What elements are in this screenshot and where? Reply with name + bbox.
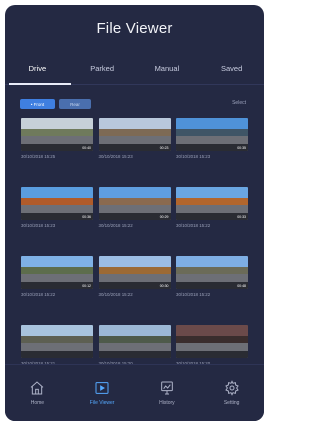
app-screen: File Viewer Drive Parked Manual Saved • … xyxy=(5,5,264,421)
front-camera-toggle[interactable]: • Front xyxy=(20,99,55,109)
video-timestamp: 30/10/2018 15:22 xyxy=(98,292,133,297)
video-timestamp: 30/10/2018 15:25 xyxy=(21,154,56,159)
video-timestamp: 30/10/2018 15:23 xyxy=(21,223,56,228)
video-thumbnail-item[interactable]: 00:29 30/10/2018 15:22 xyxy=(98,187,171,228)
video-thumbnail-image xyxy=(176,325,248,358)
home-icon xyxy=(31,381,44,395)
nav-file-viewer-label: File Viewer xyxy=(89,400,115,406)
video-thumbnail-image: 00:36 xyxy=(21,187,93,220)
video-thumbnail-item[interactable]: 00:40 30/10/2018 15:25 xyxy=(21,118,93,159)
video-thumbnail-image: 00:40 xyxy=(21,118,93,151)
video-thumbnail-image: 00:30 xyxy=(98,256,171,289)
video-thumbnail-image xyxy=(98,325,171,358)
video-thumbnail-item[interactable]: 30/10/2018 15:20 xyxy=(98,325,171,366)
file-viewer-icon xyxy=(95,382,109,394)
video-duration: 00:23 xyxy=(159,146,169,150)
nav-file-viewer[interactable]: File Viewer xyxy=(70,365,135,421)
video-duration: 00:30 xyxy=(159,284,169,288)
video-thumbnail-image: 00:12 xyxy=(21,256,93,289)
video-timestamp: 30/10/2018 15:23 xyxy=(98,154,133,159)
video-thumbnail-item[interactable]: 00:23 30/10/2018 15:23 xyxy=(98,118,171,159)
tab-bar: Drive Parked Manual Saved xyxy=(5,52,264,85)
tab-parked[interactable]: Parked xyxy=(70,52,135,84)
tab-drive[interactable]: Drive xyxy=(5,52,70,84)
video-thumbnail-image: 00:48 xyxy=(176,256,248,289)
select-button[interactable]: Select xyxy=(232,100,246,106)
bottom-navigation: Home File Viewer History Setting xyxy=(5,364,264,421)
video-thumbnail-item[interactable]: 00:35 30/10/2018 15:23 xyxy=(176,118,248,159)
video-timestamp: 30/10/2018 15:22 xyxy=(176,223,211,228)
video-duration: 00:12 xyxy=(82,284,91,288)
video-duration: 00:33 xyxy=(237,215,246,219)
video-thumbnail-item[interactable]: 30/10/2018 15:20 xyxy=(176,325,248,366)
video-thumbnail-image: 00:23 xyxy=(98,118,171,151)
page-title: File Viewer xyxy=(96,20,173,37)
video-timestamp: 30/10/2018 15:22 xyxy=(21,292,56,297)
camera-toolbar: • Front Rear Select xyxy=(5,85,264,115)
video-thumbnail-item[interactable]: 00:33 30/10/2018 15:22 xyxy=(176,187,248,228)
nav-history[interactable]: History xyxy=(135,365,200,421)
nav-setting-label: Setting xyxy=(223,400,240,406)
video-timestamp: 30/10/2018 15:23 xyxy=(176,154,211,159)
video-thumbnail-item[interactable]: 00:12 30/10/2018 15:22 xyxy=(21,256,93,297)
video-thumbnail-image: 00:33 xyxy=(176,187,248,220)
nav-home-label: Home xyxy=(30,400,45,406)
video-thumbnail-item[interactable]: 00:30 30/10/2018 15:22 xyxy=(98,256,171,297)
tab-saved[interactable]: Saved xyxy=(199,52,264,84)
nav-setting[interactable]: Setting xyxy=(199,365,264,421)
video-duration: 00:35 xyxy=(237,146,246,150)
video-timestamp: 30/10/2018 15:22 xyxy=(98,223,133,228)
history-icon xyxy=(161,381,173,395)
video-duration: 00:29 xyxy=(159,215,169,219)
video-thumbnail-item[interactable]: 00:36 30/10/2018 15:23 xyxy=(21,187,93,228)
video-duration: 00:48 xyxy=(237,284,246,288)
rear-camera-toggle[interactable]: Rear xyxy=(59,99,91,109)
tab-manual[interactable]: Manual xyxy=(135,52,200,84)
video-thumbnail-item[interactable]: 00:48 30/10/2018 15:22 xyxy=(176,256,248,297)
header: File Viewer xyxy=(5,5,264,52)
video-thumbnail-image: 00:35 xyxy=(176,118,248,151)
video-thumbnail-item[interactable]: 30/10/2018 15:21 xyxy=(21,325,93,366)
nav-history-label: History xyxy=(159,400,175,406)
video-timestamp: 30/10/2018 15:22 xyxy=(176,292,211,297)
gear-icon xyxy=(224,380,239,396)
nav-home[interactable]: Home xyxy=(5,365,70,421)
video-thumbnail-image xyxy=(21,325,93,358)
video-duration: 00:40 xyxy=(82,146,91,150)
video-thumbnail-image: 00:29 xyxy=(98,187,171,220)
video-duration: 00:36 xyxy=(82,215,91,219)
